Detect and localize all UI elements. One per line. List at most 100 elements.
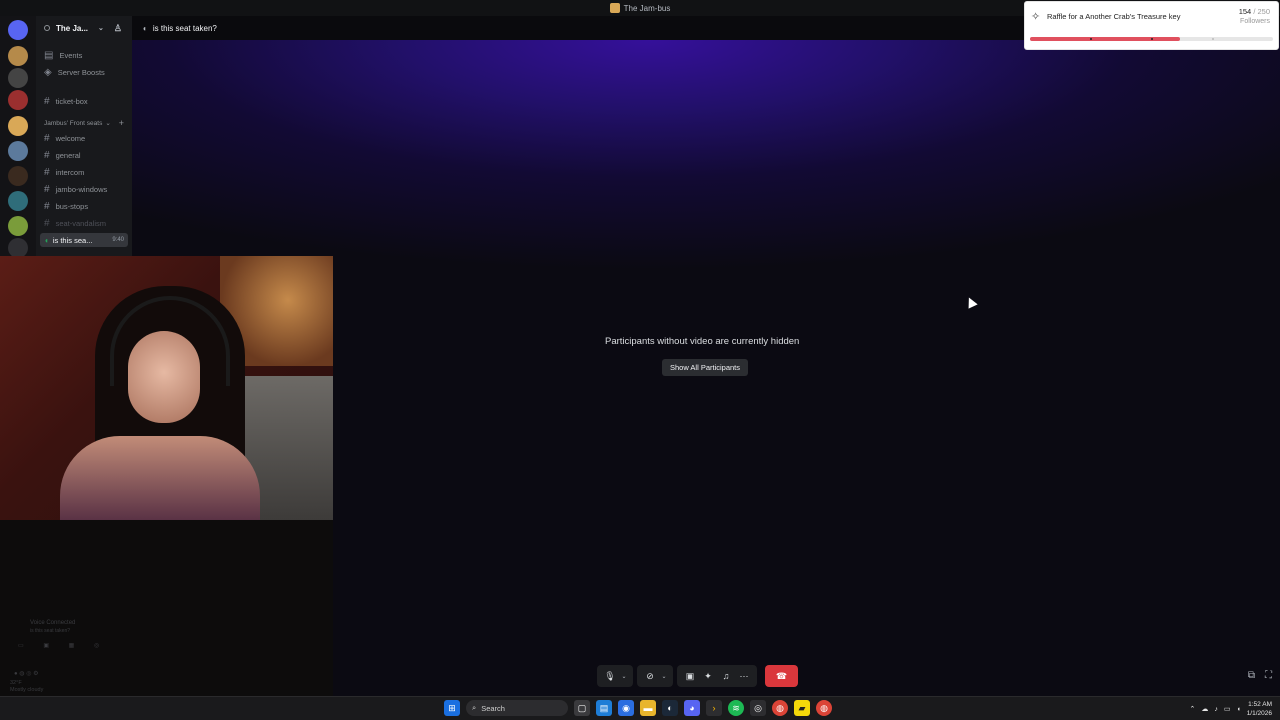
hash-icon: # <box>44 95 50 107</box>
raffle-progress-fill <box>1030 37 1180 41</box>
channel-label: jambo-windows <box>55 184 108 194</box>
sidebar-item-events[interactable]: ▤ Events <box>44 48 82 62</box>
sidebar-item-label: Events <box>59 50 83 60</box>
microphone-tray-icon[interactable]: ♪ <box>1214 706 1218 713</box>
system-tray: ⌃ ☁ ♪ ▭ ◖ 1:52 AM 1/1/2026 <box>1189 700 1272 718</box>
camera-off-icon[interactable]: ⊘ <box>641 671 659 682</box>
soundboard-icon[interactable]: ♫ <box>717 671 735 681</box>
channel-label: is this sea... <box>52 235 93 245</box>
progress-marker <box>1090 38 1092 40</box>
activity-controls: ▣ ✦ ♫ ⋯ <box>677 665 757 687</box>
chrome-icon[interactable]: ◍ <box>772 700 788 716</box>
chrome-icon-2[interactable]: ◍ <box>816 700 832 716</box>
search-icon: ⌕ <box>472 703 477 712</box>
channel-general[interactable]: # general <box>44 148 81 162</box>
end-call-button[interactable]: ☎ <box>765 665 798 687</box>
server-icon-9[interactable] <box>8 238 28 258</box>
search-placeholder: Search <box>481 703 505 713</box>
server-icon-6[interactable] <box>8 166 28 186</box>
sidebar-item-boosts[interactable]: ◈ Server Boosts <box>44 65 105 79</box>
plus-icon[interactable]: + <box>119 118 124 128</box>
taskbar-search[interactable]: ⌕ Search <box>466 700 568 716</box>
voice-channel-title: is this seat taken? <box>152 23 217 33</box>
discord-home-icon[interactable] <box>8 20 28 40</box>
speaker-icon: ◖ <box>142 23 147 33</box>
windows-taskbar: ⊞ ⌕ Search ▢ ▤ ◉ ▬ ◐ ◕ › ≋ ◎ ◍ ▰ ◍ ⌃ ☁ ♪… <box>0 696 1280 720</box>
obs-icon[interactable]: ◎ <box>750 700 766 716</box>
voice-actions-row: ▭ ▣ ▦ ◎ <box>18 643 100 649</box>
server-status-icon <box>44 25 50 31</box>
channel-label: seat-vandalism <box>55 218 107 228</box>
server-header[interactable]: The Ja... ⌄ ♙ <box>36 16 132 40</box>
hash-icon: # <box>44 200 50 212</box>
more-icon[interactable]: ⋯ <box>735 671 753 682</box>
screen-share-icon[interactable]: ▣ <box>681 671 699 682</box>
channel-label: bus-stops <box>55 201 89 211</box>
channel-category[interactable]: Jambus' Front seats ⌄ + <box>44 116 124 130</box>
calendar-icon: ▤ <box>44 49 54 61</box>
user-controls-row: ● ◍ ◎ ⚙ <box>14 671 39 677</box>
crab-icon: ✧ <box>1031 11 1041 23</box>
popout-icon[interactable]: ⧉ <box>1248 670 1255 681</box>
channel-label: general <box>55 150 81 160</box>
discord-icon[interactable]: ◕ <box>684 700 700 716</box>
category-label: Jambus' Front seats <box>44 119 103 127</box>
user-panel-area: Voice Connected is this seat taken? ▭ ▣ … <box>0 520 333 696</box>
raffle-count: 154 / 250 <box>1239 7 1270 16</box>
show-all-participants-button[interactable]: Show All Participants <box>662 359 748 376</box>
window-title: The Jam-bus <box>623 3 671 13</box>
server-icon-4[interactable] <box>8 116 28 136</box>
task-view-icon[interactable]: ▢ <box>574 700 590 716</box>
server-icon-5[interactable] <box>8 141 28 161</box>
voice-connected-channel: is this seat taken? <box>30 628 71 634</box>
hash-icon: # <box>44 149 50 161</box>
hidden-participants-message: Participants without video are currently… <box>605 336 800 347</box>
voice-connected-label: Voice Connected <box>30 620 76 626</box>
weather-desc: Mostly cloudy <box>10 687 44 693</box>
server-icon-2[interactable] <box>8 68 28 88</box>
weather-temp: 32°F <box>10 680 22 686</box>
edge-icon[interactable]: ◉ <box>618 700 634 716</box>
volume-icon[interactable]: ◖ <box>1236 706 1240 713</box>
channel-jambo-windows[interactable]: # jambo-windows <box>44 182 107 196</box>
widgets-icon[interactable]: ▤ <box>596 700 612 716</box>
speaker-icon: ◖ <box>44 235 49 245</box>
channel-ticket-box[interactable]: # ticket-box <box>44 94 88 108</box>
clock[interactable]: 1:52 AM 1/1/2026 <box>1247 700 1272 718</box>
server-icon-7[interactable] <box>8 191 28 211</box>
camera-control[interactable]: ⊘ ⌄ <box>637 665 673 687</box>
hash-icon: # <box>44 166 50 178</box>
channel-bus-stops[interactable]: # bus-stops <box>44 199 88 213</box>
steam-icon[interactable]: ◐ <box>662 700 678 716</box>
channel-welcome[interactable]: # welcome <box>44 131 85 145</box>
chevron-down-icon[interactable]: ⌄ <box>619 673 629 680</box>
server-icon-3[interactable] <box>8 90 28 110</box>
fullscreen-icon[interactable]: ⛶ <box>1265 670 1272 681</box>
spotify-icon[interactable]: ≋ <box>728 700 744 716</box>
server-icon-8[interactable] <box>8 216 28 236</box>
channel-label: ticket-box <box>55 96 88 106</box>
server-icon-1[interactable] <box>8 46 28 66</box>
clock-date: 1/1/2026 <box>1246 710 1272 717</box>
raffle-title: Raffle for a Another Crab's Treasure key <box>1047 12 1181 21</box>
sticky-notes-icon[interactable]: ▰ <box>794 700 810 716</box>
call-controls: 🎙︎ ⌄ ⊘ ⌄ ▣ ✦ ♫ ⋯ ☎ <box>597 665 798 687</box>
raffle-unit: Followers <box>1240 18 1270 25</box>
terminal-icon[interactable]: › <box>706 700 722 716</box>
channel-voice-active[interactable]: ◖ is this sea... 9:40 <box>40 233 128 247</box>
raffle-current: 154 <box>1238 7 1252 16</box>
channel-intercom[interactable]: # intercom <box>44 165 84 179</box>
raffle-widget: ✧ Raffle for a Another Crab's Treasure k… <box>1024 1 1279 50</box>
microphone-icon[interactable]: 🎙︎ <box>601 671 619 682</box>
chevron-down-icon[interactable]: ⌄ <box>659 673 669 680</box>
display-icon[interactable]: ▭ <box>1224 705 1231 713</box>
mic-control[interactable]: 🎙︎ ⌄ <box>597 665 633 687</box>
windows-start-icon[interactable]: ⊞ <box>444 700 460 716</box>
chevron-up-icon[interactable]: ⌃ <box>1189 705 1195 713</box>
cloud-icon[interactable]: ☁ <box>1201 705 1208 713</box>
activities-icon[interactable]: ✦ <box>699 671 717 682</box>
progress-marker <box>1212 38 1214 40</box>
add-user-icon[interactable]: ♙ <box>114 23 122 34</box>
channel-seat-vandalism[interactable]: # seat-vandalism <box>44 216 106 230</box>
folder-icon[interactable]: ▬ <box>640 700 656 716</box>
